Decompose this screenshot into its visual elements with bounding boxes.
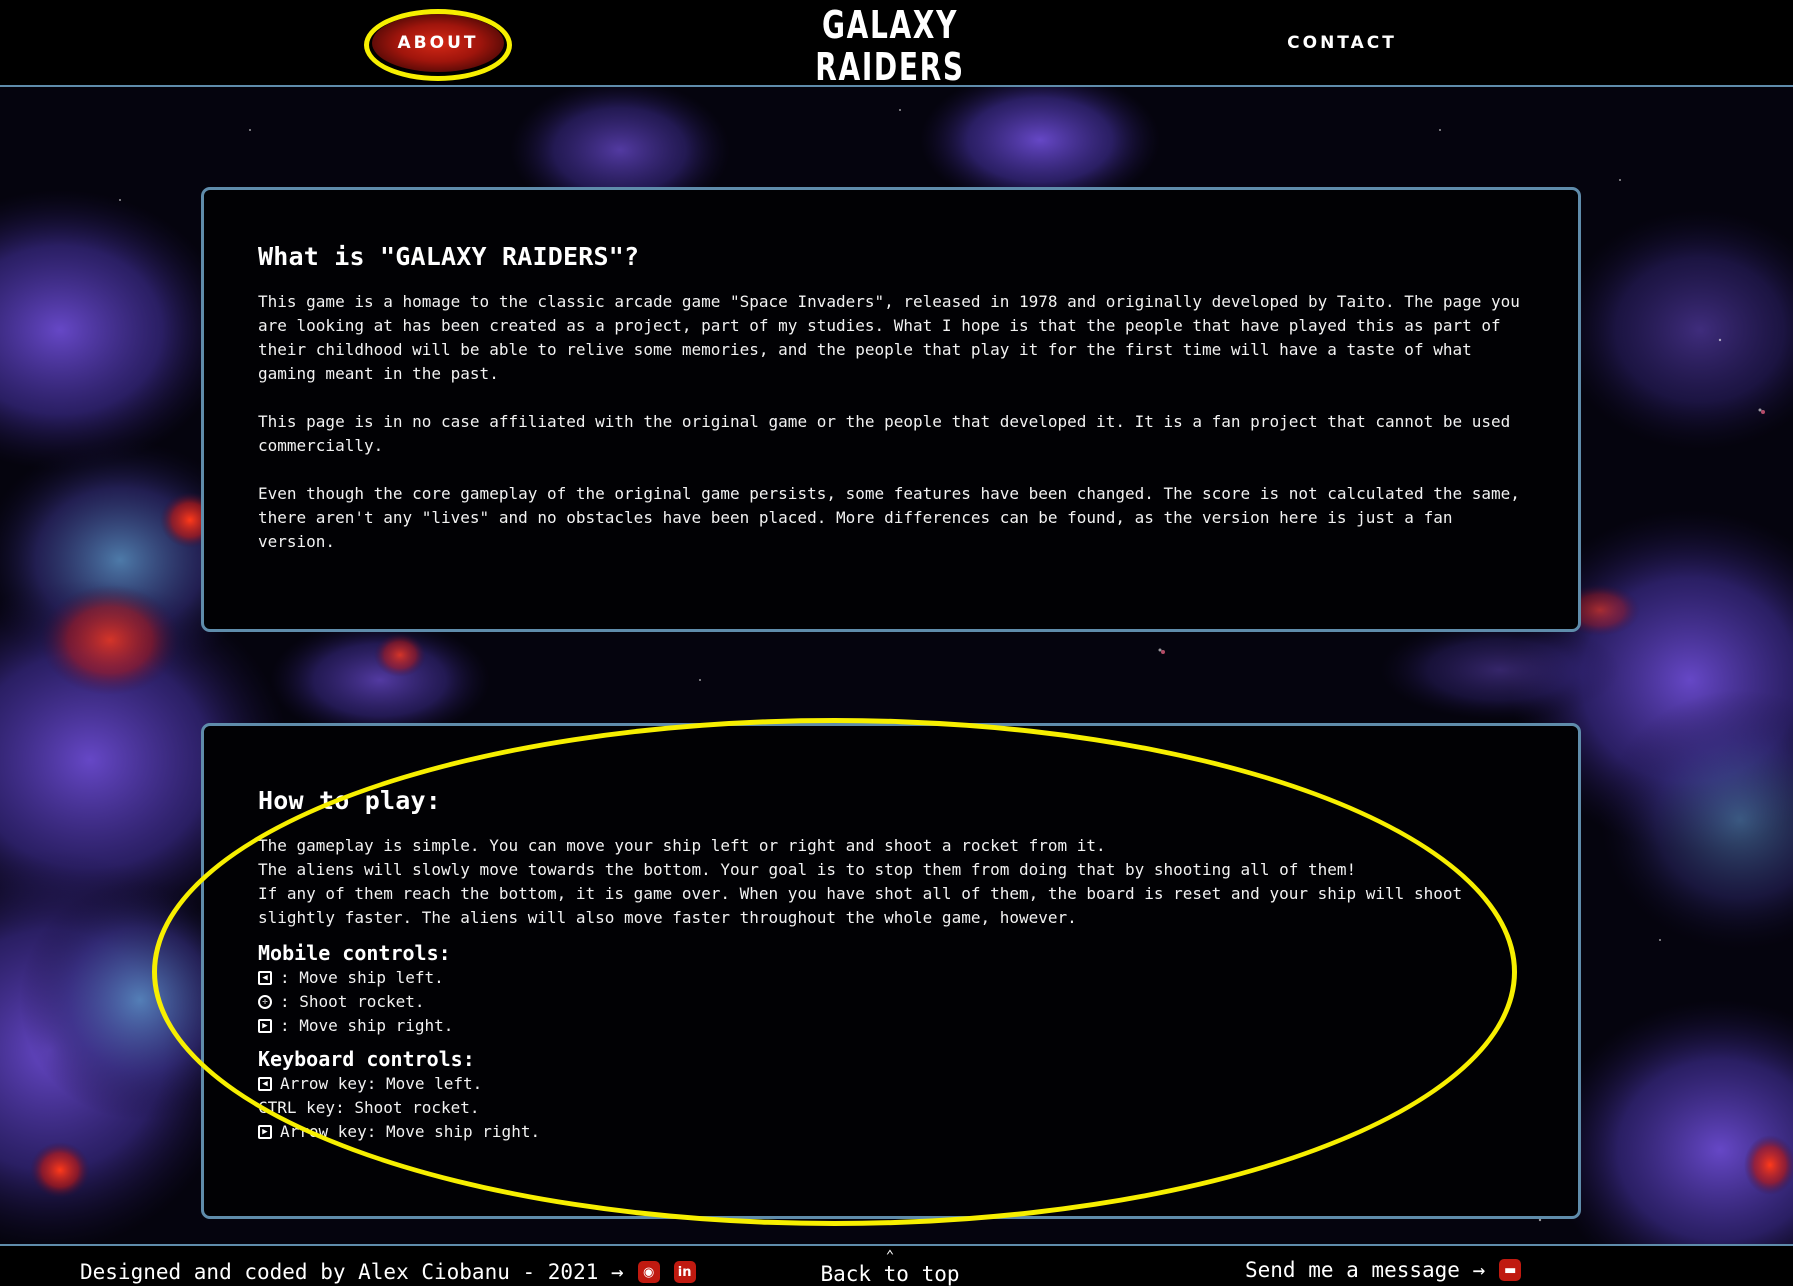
arrow-right-square-icon: ▶: [258, 1019, 272, 1033]
back-to-top-text: Back to top: [820, 1262, 960, 1286]
about-paragraph-3: Even though the core gameplay of the ori…: [258, 484, 1520, 551]
how-to-play-title: How to play:: [258, 786, 442, 815]
mobile-controls: Mobile controls: ◀ : Move ship left. ✛ :…: [258, 940, 1524, 1038]
keyboard-control-left: ◀ Arrow key: Move left.: [258, 1072, 1524, 1096]
gameplay-line-2: The aliens will slowly move towards the …: [258, 860, 1357, 879]
arrow-left-square-icon: ◀: [258, 971, 272, 985]
site-logo[interactable]: GALAXY RAIDERS: [808, 4, 972, 88]
keyboard-controls-title: Keyboard controls:: [258, 1047, 475, 1071]
mobile-control-right-text: : Move ship right.: [280, 1016, 454, 1035]
mobile-controls-title: Mobile controls:: [258, 941, 451, 965]
about-paragraph-1: This game is a homage to the classic arc…: [258, 292, 1520, 383]
github-icon[interactable]: ◉: [637, 1261, 660, 1283]
send-message-text: Send me a message →: [1245, 1258, 1486, 1282]
mobile-control-right: ▶ : Move ship right.: [258, 1014, 1524, 1038]
keyboard-controls: Keyboard controls: ◀ Arrow key: Move lef…: [258, 1046, 1524, 1144]
about-title: What is "GALAXY RAIDERS"?: [258, 242, 640, 271]
crosshair-icon: ✛: [258, 995, 272, 1009]
keyboard-control-shoot-text: CTRL key: Shoot rocket.: [258, 1098, 480, 1117]
gameplay-description: The gameplay is simple. You can move you…: [258, 834, 1524, 930]
nav-about-link[interactable]: ABOUT: [372, 14, 504, 72]
about-section: What is "GALAXY RAIDERS"? This game is a…: [201, 187, 1581, 632]
mobile-control-left-text: : Move ship left.: [280, 968, 444, 987]
logo-line-raiders: RAIDERS: [815, 45, 965, 89]
mobile-control-left: ◀ : Move ship left.: [258, 966, 1524, 990]
keyboard-control-left-text: Arrow key: Move left.: [280, 1074, 483, 1093]
keyboard-control-shoot: CTRL key: Shoot rocket.: [258, 1096, 1524, 1120]
logo-line-galaxy: GALAXY: [821, 3, 959, 47]
back-to-top-link[interactable]: ⌃ Back to top: [820, 1246, 960, 1286]
arrow-right-square-icon: ▶: [258, 1125, 272, 1139]
keyboard-control-right-text: Arrow key: Move ship right.: [280, 1122, 541, 1141]
site-footer: Designed and coded by Alex Ciobanu - 202…: [0, 1244, 1793, 1286]
gameplay-line-3: If any of them reach the bottom, it is g…: [258, 884, 1463, 927]
mobile-control-shoot-text: : Shoot rocket.: [280, 992, 425, 1011]
keyboard-control-right: ▶ Arrow key: Move ship right.: [258, 1120, 1524, 1144]
about-paragraph-2: This page is in no case affiliated with …: [258, 412, 1511, 455]
mobile-control-shoot: ✛ : Shoot rocket.: [258, 990, 1524, 1014]
chat-bubble-icon[interactable]: ▬: [1499, 1259, 1522, 1281]
gameplay-line-1: The gameplay is simple. You can move you…: [258, 836, 1106, 855]
footer-credit-text: Designed and coded by Alex Ciobanu - 202…: [80, 1260, 624, 1284]
site-header: ABOUT GALAXY RAIDERS CONTACT: [0, 0, 1793, 88]
nav-contact-link[interactable]: CONTACT: [1282, 30, 1402, 56]
how-to-play-section: How to play: The gameplay is simple. You…: [201, 723, 1581, 1219]
arrow-left-square-icon: ◀: [258, 1077, 272, 1091]
linkedin-icon[interactable]: in: [673, 1261, 696, 1283]
send-message-link[interactable]: Send me a message → ▬: [1245, 1258, 1522, 1282]
chevron-up-icon: ⌃: [885, 1248, 895, 1264]
footer-credit: Designed and coded by Alex Ciobanu - 202…: [80, 1260, 696, 1284]
